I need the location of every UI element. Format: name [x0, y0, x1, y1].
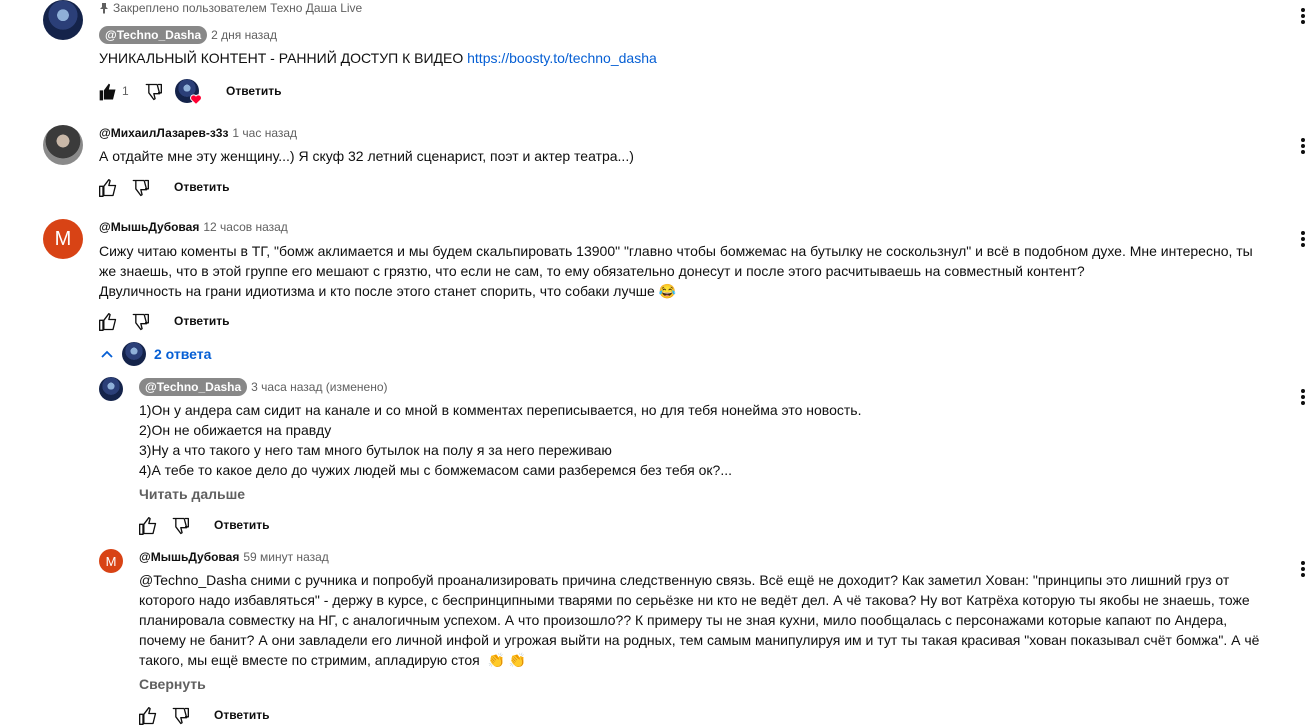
like-icon	[99, 179, 117, 197]
replies-count-label: 2 ответа	[154, 346, 212, 362]
comment-header: @Techno_Dasha 3 часа назад (изменено)	[139, 378, 388, 396]
more-vert-icon[interactable]	[1299, 559, 1307, 579]
like-icon	[99, 313, 117, 331]
avatar[interactable]	[43, 125, 83, 165]
comment-line: почему не банит? А они завладели его лич…	[139, 632, 1260, 648]
author-name[interactable]: @МышьДубовая	[139, 550, 239, 564]
dislike-button[interactable]	[128, 176, 152, 200]
comment-header: @МихаилЛазарев-з3з 1 час назад	[99, 126, 297, 140]
comment-line: 2)Он не обижается на правду	[139, 422, 332, 438]
comment-text-prefix: УНИКАЛЬНЫЙ КОНТЕНТ - РАННИЙ ДОСТУП К ВИД…	[99, 50, 468, 66]
like-icon	[139, 707, 157, 725]
like-button[interactable]	[96, 310, 120, 334]
dislike-icon	[172, 707, 189, 725]
author-name[interactable]: @Techno_Dasha	[99, 26, 208, 44]
dislike-icon	[132, 179, 149, 197]
comment-text: @Techno_Dasha сними с ручника и попробуй…	[139, 570, 1259, 670]
comment-line: 3)Ну а что такого у него там много бутыл…	[139, 442, 612, 458]
replier-avatar	[122, 342, 146, 366]
comment-text: УНИКАЛЬНЫЙ КОНТЕНТ - РАННИЙ ДОСТУП К ВИД…	[99, 48, 657, 68]
chevron-up-icon	[100, 347, 114, 361]
clapping-emoji: 👏 👏	[487, 652, 527, 668]
comment-line: планировала совместку на НГ, с аналогичн…	[139, 612, 1228, 628]
read-more-link[interactable]: Читать дальше	[139, 486, 245, 502]
dislike-button[interactable]	[141, 80, 165, 104]
comment-header: @Techno_Dasha 2 дня назад	[99, 26, 277, 44]
like-button[interactable]	[96, 80, 120, 104]
reply-button[interactable]: Ответить	[226, 84, 281, 98]
pin-icon	[99, 2, 109, 14]
author-name[interactable]: @МихаилЛазарев-з3з	[99, 126, 228, 140]
comment-text: Сижу читаю коменты в ТГ, "бомж аклимаетс…	[99, 241, 1253, 301]
comment-header: @МышьДубовая 12 часов назад	[99, 220, 288, 234]
pinned-label-row: Закреплено пользователем Техно Даша Live	[99, 1, 362, 15]
avatar[interactable]	[99, 377, 123, 401]
dislike-icon	[132, 313, 149, 331]
avatar[interactable]: М	[99, 549, 123, 573]
pinned-label: Закреплено пользователем Техно Даша Live	[113, 1, 363, 15]
heart-icon	[190, 92, 202, 110]
comment-line: @Techno_Dasha сними с ручника и попробуй…	[139, 572, 1230, 588]
like-icon	[139, 517, 157, 535]
avatar-letter: М	[105, 553, 117, 569]
comment-line: же знаешь, что в этой группе его мешают …	[99, 263, 1085, 279]
dislike-icon	[172, 517, 189, 535]
comment-text: А отдайте мне эту женщину...) Я скуф 32 …	[99, 148, 634, 164]
comment-time[interactable]: 1 час назад	[232, 126, 297, 140]
like-button[interactable]	[136, 704, 160, 728]
comment-line-last: Двуличность на грани идиотизма и кто пос…	[99, 281, 1253, 301]
like-button[interactable]	[136, 514, 160, 538]
more-vert-icon[interactable]	[1299, 387, 1307, 407]
reply-button[interactable]: Ответить	[174, 314, 229, 328]
reply-button[interactable]: Ответить	[214, 518, 269, 532]
avatar[interactable]	[43, 0, 83, 40]
show-less-link[interactable]: Свернуть	[139, 676, 206, 692]
comment-line-last: такого, мы ещё вместе по стримим, аплади…	[139, 650, 1259, 670]
comment-line: 1)Он у андера сам сидит на канале и со м…	[139, 402, 862, 418]
more-vert-icon[interactable]	[1299, 6, 1307, 26]
comment-line: такого, мы ещё вместе по стримим, аплади…	[139, 652, 480, 668]
comment-line: Двуличность на грани идиотизма и кто пос…	[99, 283, 655, 299]
dislike-button[interactable]	[168, 514, 192, 538]
avatar[interactable]: М	[43, 219, 83, 259]
dislike-button[interactable]	[168, 704, 192, 728]
author-name[interactable]: @МышьДубовая	[99, 220, 199, 234]
comment-time[interactable]: 12 часов назад	[203, 220, 287, 234]
like-count: 1	[122, 84, 129, 98]
comment-line: Сижу читаю коменты в ТГ, "бомж аклимаетс…	[99, 243, 1253, 259]
laughing-emoji: 😂	[658, 283, 677, 299]
more-vert-icon[interactable]	[1299, 136, 1307, 156]
comment-line: 4)А тебе то какое дело до чужих людей мы…	[139, 462, 732, 478]
comment-link[interactable]: https://boosty.to/techno_dasha	[467, 50, 657, 66]
like-icon	[99, 83, 116, 101]
comment-line: которого надо избавляться" - держу в кур…	[139, 592, 1250, 608]
reply-button[interactable]: Ответить	[214, 708, 269, 722]
author-name[interactable]: @Techno_Dasha	[139, 378, 248, 396]
comment-time[interactable]: 2 дня назад	[211, 28, 277, 42]
avatar-letter: М	[54, 227, 72, 250]
comment-time[interactable]: 3 часа назад (изменено)	[251, 380, 387, 394]
dislike-button[interactable]	[128, 310, 152, 334]
comment-text: 1)Он у андера сам сидит на канале и со м…	[139, 400, 861, 480]
like-button[interactable]	[96, 176, 120, 200]
comment-time[interactable]: 59 минут назад	[243, 550, 328, 564]
reply-button[interactable]: Ответить	[174, 180, 229, 194]
comment-header: @МышьДубовая 59 минут назад	[139, 550, 329, 564]
replies-toggle[interactable]: 2 ответа	[100, 342, 211, 366]
dislike-icon	[145, 83, 162, 101]
more-vert-icon[interactable]	[1299, 229, 1307, 249]
